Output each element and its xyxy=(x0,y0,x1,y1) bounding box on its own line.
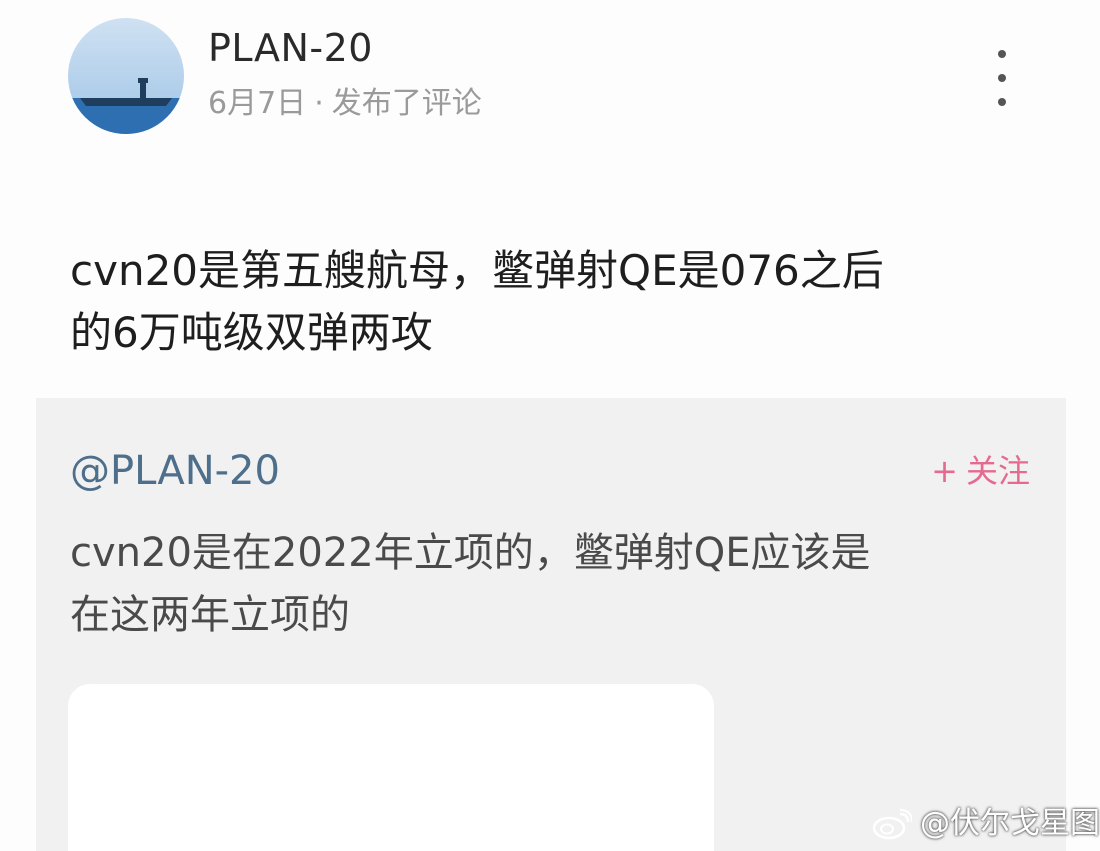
post-meta: 6月7日 · 发布了评论 xyxy=(208,84,482,124)
follow-label: 关注 xyxy=(965,452,1030,490)
follow-button[interactable]: + 关注 xyxy=(931,450,1030,492)
quoted-body-text: cvn20是在2022年立项的，鳖弹射QE应该是 在这两年立项的 xyxy=(70,530,871,638)
watermark: @伏尔戈星图 xyxy=(872,804,1100,844)
post-page: PLAN-20 6月7日 · 发布了评论 cvn20是第五艘航母，鳖弹射QE是076… xyxy=(0,0,1100,851)
meta-separator: · xyxy=(314,86,324,121)
username[interactable]: PLAN-20 xyxy=(208,24,373,72)
post-action: 发布了评论 xyxy=(331,86,482,121)
more-vertical-icon xyxy=(998,98,1006,106)
quoted-comment[interactable]: @PLAN-20 + 关注 cvn20是在2022年立项的，鳖弹射QE应该是 在这… xyxy=(36,398,1066,851)
avatar[interactable] xyxy=(68,18,184,134)
watermark-text: @伏尔戈星图 xyxy=(920,806,1100,841)
more-vertical-icon xyxy=(998,50,1006,58)
quoted-author[interactable]: @PLAN-20 xyxy=(70,446,280,496)
weibo-logo-icon xyxy=(872,809,912,840)
plus-icon: + xyxy=(931,452,958,490)
avatar-image xyxy=(68,18,184,134)
quoted-attachment-card[interactable] xyxy=(68,684,714,851)
post-date: 6月7日 xyxy=(208,86,307,121)
more-vertical-icon xyxy=(998,74,1006,82)
post-body-text: cvn20是第五艘航母，鳖弹射QE是076之后 的6万吨级双弹两攻 xyxy=(70,246,884,357)
more-options-button[interactable] xyxy=(982,50,1022,106)
